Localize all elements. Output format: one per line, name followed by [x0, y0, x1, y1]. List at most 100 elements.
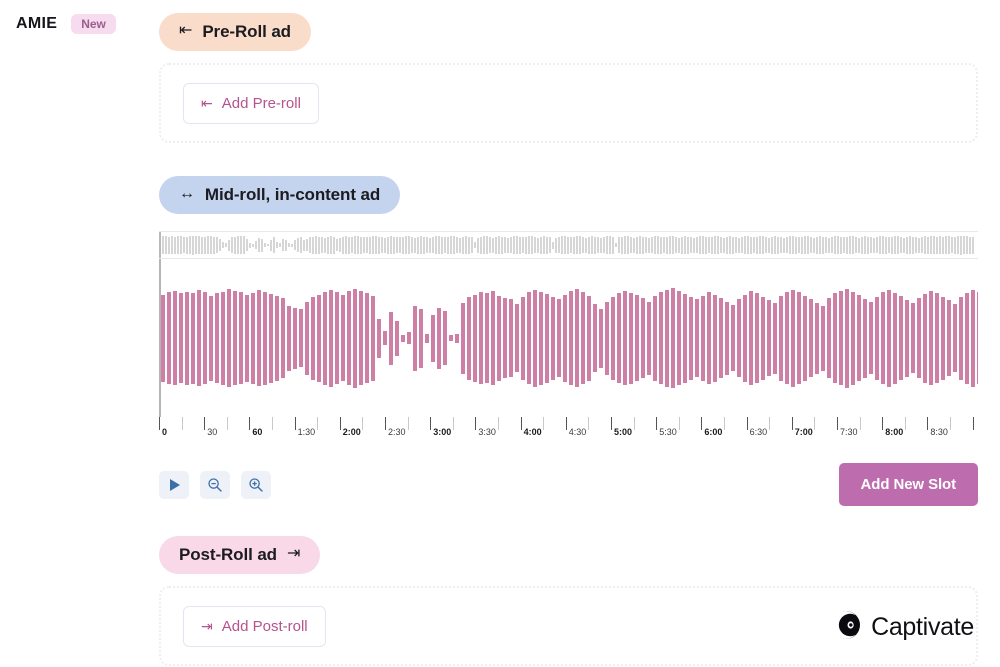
waveform-bar	[167, 292, 171, 384]
minimap-bar	[327, 237, 329, 254]
add-new-slot-button[interactable]: Add New Slot	[839, 463, 978, 506]
waveform-bar	[935, 293, 939, 383]
ruler-tick-label: 6:00	[701, 427, 722, 437]
minimap-bar	[330, 236, 332, 254]
minimap-bar	[780, 237, 782, 253]
minimap-bar	[747, 236, 749, 254]
waveform-bar	[521, 297, 525, 380]
minimap-bar	[849, 236, 851, 254]
waveform-bar	[905, 300, 909, 377]
minimap-bar	[300, 237, 302, 253]
add-postroll-button[interactable]: ⇥ Add Post-roll	[183, 606, 326, 647]
minimap-bar	[363, 237, 365, 253]
waveform-bar	[413, 306, 417, 371]
minimap-bar	[423, 237, 425, 254]
waveform-bar	[581, 292, 585, 384]
minimap-bar	[273, 237, 275, 253]
minimap-bar	[705, 237, 707, 254]
waveform-canvas[interactable]	[159, 259, 978, 417]
minimap-bar	[468, 237, 470, 254]
preroll-dropzone[interactable]: ⇤ Add Pre-roll	[159, 63, 978, 143]
ruler-tick-label: 8:00	[882, 427, 903, 437]
minimap-bar	[828, 238, 830, 253]
minimap-bar	[684, 236, 686, 254]
editor-controls-row: Add New Slot	[159, 463, 978, 506]
add-preroll-label: Add Pre-roll	[222, 95, 301, 112]
minimap-bar	[816, 237, 818, 254]
minimap-bar	[711, 237, 713, 254]
minimap-bar	[357, 236, 359, 254]
waveform-playhead[interactable]	[159, 259, 161, 417]
minimap-bar	[456, 237, 458, 253]
ruler-minor-tick	[227, 417, 228, 430]
minimap-bar	[459, 238, 461, 253]
minimap-bar	[183, 237, 185, 253]
minimap-bar	[219, 239, 221, 251]
waveform-minimap[interactable]	[159, 231, 978, 259]
minimap-bar	[315, 236, 317, 254]
minimap-bar	[654, 236, 656, 254]
minimap-bar	[225, 243, 227, 247]
ruler-minor-tick	[362, 417, 363, 430]
minimap-bar	[204, 237, 206, 254]
minimap-bar	[561, 236, 563, 254]
minimap-bar	[663, 237, 665, 253]
ruler-tick-label: 0	[159, 427, 167, 437]
minimap-bar	[972, 237, 974, 254]
ruler-tick-label: 3:30	[475, 427, 496, 437]
minimap-bar	[270, 240, 272, 251]
waveform-bar	[665, 290, 669, 387]
minimap-bar	[339, 238, 341, 252]
minimap-bar	[642, 237, 644, 254]
captivate-logo-icon	[831, 610, 861, 645]
minimap-bar	[498, 236, 500, 254]
waveform-bar	[509, 299, 513, 377]
minimap-bar	[744, 236, 746, 254]
minimap-bar	[873, 238, 875, 253]
minimap-bar	[258, 238, 260, 252]
minimap-bar	[546, 237, 548, 254]
minimap-bar	[417, 237, 419, 254]
zoom-out-button[interactable]	[200, 471, 230, 499]
minimap-bar	[885, 237, 887, 254]
zoom-in-button[interactable]	[241, 471, 271, 499]
waveform-bar	[443, 311, 447, 365]
minimap-bar	[450, 236, 452, 254]
waveform-bar	[623, 291, 627, 385]
ruler-minor-tick	[724, 417, 725, 430]
minimap-bar	[570, 237, 572, 253]
minimap-bar	[906, 237, 908, 254]
ruler-tick-label: 30	[204, 427, 217, 437]
minimap-bar	[540, 237, 542, 254]
minimap-bar	[618, 237, 620, 253]
transport-controls	[159, 471, 271, 499]
minimap-bar	[657, 236, 659, 254]
waveform-bar	[947, 300, 951, 376]
waveform-bar	[527, 292, 531, 384]
waveform-bar	[347, 291, 351, 385]
minimap-bar	[231, 237, 233, 253]
waveform-bar	[677, 291, 681, 385]
minimap-bar	[360, 237, 362, 254]
minimap-bar	[924, 236, 926, 254]
waveform-bar	[275, 296, 279, 381]
minimap-playhead[interactable]	[159, 232, 161, 258]
waveform-bar	[941, 297, 945, 380]
waveform-bar	[605, 302, 609, 375]
waveform-bar	[875, 297, 879, 380]
add-preroll-button[interactable]: ⇤ Add Pre-roll	[183, 83, 319, 124]
ruler-minor-tick	[272, 417, 273, 430]
minimap-bar	[819, 236, 821, 254]
minimap-bar	[840, 237, 842, 254]
minimap-bar	[210, 236, 212, 254]
play-button[interactable]	[159, 471, 189, 499]
minimap-bar	[783, 238, 785, 253]
minimap-bar	[243, 236, 245, 254]
minimap-bar	[267, 244, 269, 246]
minimap-bar	[222, 242, 224, 248]
minimap-bar	[798, 237, 800, 253]
minimap-bar	[492, 238, 494, 253]
minimap-bar	[180, 236, 182, 254]
minimap-bar	[921, 237, 923, 253]
play-icon	[168, 478, 181, 492]
